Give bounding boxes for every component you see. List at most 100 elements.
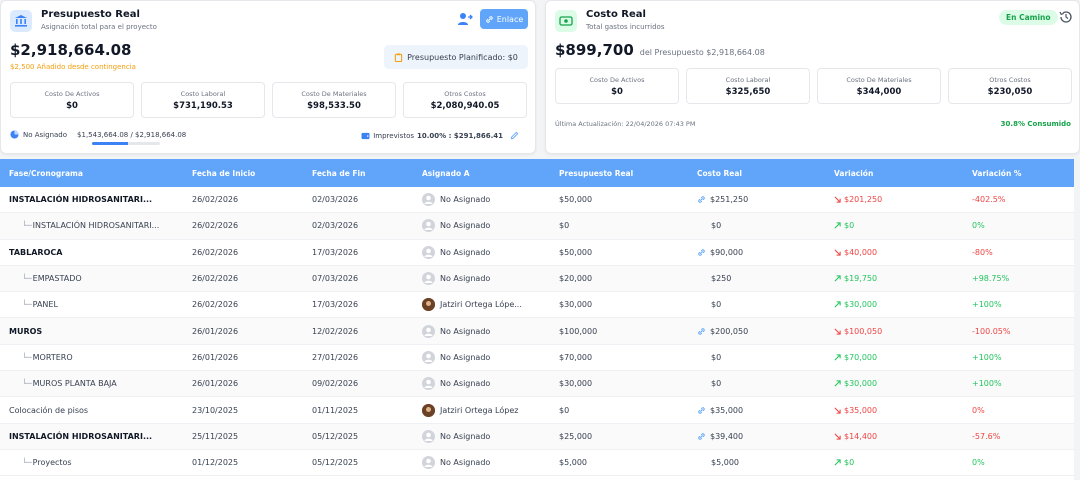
header-cost[interactable]: Costo Real — [697, 169, 834, 178]
arrow-up-right-icon — [834, 459, 841, 466]
history-icon[interactable] — [1058, 9, 1074, 25]
table-row[interactable]: INSTALACIÓN HIDROSANITARI... 26/02/2026 02… — [0, 187, 1074, 214]
phase-name-text: PANEL — [32, 300, 58, 310]
variance-value-text: $14,400 — [844, 431, 878, 441]
contingency-prefix: Imprevistos — [373, 131, 415, 140]
table-row[interactable]: └─Proyectos 01/12/2025 05/12/2025 No Asigna… — [0, 450, 1074, 477]
cost-value-text: $0 — [711, 221, 722, 231]
user-placeholder-icon — [422, 377, 435, 391]
phase-name-text: Proyectos — [32, 458, 72, 468]
stat-label: Costo Laboral — [180, 89, 226, 98]
assignee[interactable]: No Asignado — [422, 245, 559, 259]
variance-percent: 0% — [972, 221, 985, 231]
user-placeholder-icon — [422, 245, 435, 259]
assignee[interactable]: Jatziri Ortega López — [422, 403, 559, 417]
assignee[interactable]: No Asignado — [422, 350, 559, 364]
budget-value: $30,000 — [559, 379, 593, 389]
header-phase[interactable]: Fase/Cronograma — [0, 169, 192, 178]
cost-value-text: $0 — [711, 300, 722, 310]
table-row[interactable]: └─PANEL 26/02/2026 17/03/2026 Jatziri Orteg… — [0, 292, 1074, 319]
phase-name: └─MORTERO — [0, 353, 192, 362]
arrow-up-right-icon — [834, 301, 841, 308]
header-assignee[interactable]: Asignado A — [422, 169, 559, 178]
stat-label: Costo De Activos — [44, 89, 100, 98]
consumed-percent: 30.8% Consumido — [1000, 120, 1071, 128]
table-row[interactable]: └─MUROS PLANTA BAJA 26/01/2026 09/02/2026 N… — [0, 371, 1074, 398]
link-button[interactable]: Enlace — [480, 9, 528, 29]
assignee[interactable]: No Asignado — [422, 193, 559, 207]
unassigned-summary: No Asignado $1,543,664.08 / $2,918,664.0… — [10, 130, 186, 139]
link-icon[interactable] — [697, 248, 706, 257]
child-indent-marker: └─ — [22, 300, 32, 310]
edit-icon[interactable] — [510, 131, 519, 140]
phase-name: INSTALACIÓN HIDROSANITARI... — [0, 432, 192, 441]
cost-value: $200,050 — [697, 327, 834, 336]
start-date: 26/02/2026 — [192, 247, 239, 257]
status-badge: En Camino — [999, 10, 1058, 25]
table-header: Fase/Cronograma Fecha de Inicio Fecha de… — [0, 159, 1074, 187]
assignee[interactable]: No Asignado — [422, 324, 559, 338]
link-icon[interactable] — [697, 406, 706, 415]
phase-name-text: EMPASTADO — [32, 274, 82, 284]
cost-amount-note: del Presupuesto $2,918,664.08 — [639, 48, 765, 57]
cost-amount-line: $899,700 del Presupuesto $2,918,664.08 — [555, 41, 765, 59]
cost-stats: Costo De Activos $0 Costo Laboral $325,6… — [555, 68, 1072, 104]
assignee[interactable]: No Asignado — [422, 377, 559, 391]
phase-name-text: INSTALACIÓN HIDROSANITARI... — [32, 221, 160, 231]
budget-stats: Costo De Activos $0 Costo Laboral $731,1… — [10, 82, 527, 118]
planned-budget-button[interactable]: Presupuesto Planificado: $0 — [384, 45, 528, 69]
phase-name-text: MORTERO — [32, 352, 73, 362]
arrow-down-right-icon — [834, 328, 841, 335]
wallet-icon — [361, 132, 370, 139]
phase-name-text: INSTALACIÓN HIDROSANITARI... — [9, 195, 153, 205]
header-variance[interactable]: Variación — [834, 169, 972, 178]
table-row[interactable]: Colocación de pisos 23/10/2025 01/11/2025 J… — [0, 397, 1074, 424]
assignee[interactable]: No Asignado — [422, 272, 559, 286]
user-placeholder-icon — [422, 193, 435, 207]
variance-percent: 0% — [972, 405, 985, 415]
variance-percent: 0% — [972, 458, 985, 468]
phase-name-text: MUROS PLANTA BAJA — [32, 379, 117, 389]
share-user-icon[interactable] — [457, 11, 473, 27]
table-row[interactable]: INSTALACIÓN HIDROSANITARI... 25/11/2025 05… — [0, 423, 1074, 450]
stat-label: Costo De Materiales — [301, 89, 367, 98]
table-row[interactable]: TABLAROCA 26/02/2026 17/03/2026 No Asignado… — [0, 240, 1074, 266]
stat-value: $2,080,940.05 — [430, 100, 500, 111]
arrow-down-right-icon — [834, 407, 841, 414]
variance-value: $70,000 — [834, 353, 972, 362]
stat-labor-cost: Costo Laboral $325,650 — [686, 68, 810, 104]
table-body: INSTALACIÓN HIDROSANITARI... 26/02/2026 02… — [0, 187, 1074, 477]
stat-label: Costo De Activos — [589, 75, 645, 84]
assignee[interactable]: Jatziri Ortega Lópe... — [422, 298, 559, 312]
variance-percent: +100% — [972, 352, 1002, 362]
table-row[interactable]: └─EMPASTADO 26/02/2026 07/03/2026 No Asigna… — [0, 265, 1074, 293]
assignee[interactable]: No Asignado — [422, 429, 559, 443]
phase-name: └─PANEL — [0, 300, 192, 309]
table-row[interactable]: └─MORTERO 26/01/2026 27/01/2026 No Asignado… — [0, 345, 1074, 372]
budget-value: $0 — [559, 221, 570, 231]
table-row[interactable]: └─INSTALACIÓN HIDROSANITARI... 26/02/2026… — [0, 213, 1074, 240]
assignee-name: No Asignado — [440, 352, 491, 362]
link-icon[interactable] — [697, 195, 706, 204]
table-row[interactable]: MUROS 26/01/2026 12/02/2026 No Asignado $100… — [0, 318, 1074, 345]
stat-label: Otros Costos — [989, 75, 1031, 84]
header-start-date[interactable]: Fecha de Inicio — [192, 169, 312, 178]
header-budget[interactable]: Presupuesto Real — [559, 169, 697, 178]
assignee[interactable]: No Asignado — [422, 219, 559, 233]
link-icon[interactable] — [697, 327, 706, 336]
assignee-name: No Asignado — [440, 247, 491, 257]
stat-label: Otros Costos — [444, 89, 486, 98]
header-end-date[interactable]: Fecha de Fin — [312, 169, 422, 178]
last-updated: Última Actualización: 22/04/2026 07:43 P… — [555, 120, 696, 128]
user-photo-avatar — [422, 298, 435, 312]
stat-other-cost: Otros Costos $230,050 — [948, 68, 1072, 104]
header-variance-percent[interactable]: Variación % — [972, 169, 1072, 178]
stat-value: $230,050 — [987, 86, 1033, 97]
link-icon[interactable] — [697, 432, 706, 441]
stat-label: Costo Laboral — [725, 75, 771, 84]
budget-value: $20,000 — [559, 274, 593, 284]
variance-value: $19,750 — [834, 274, 972, 283]
phase-name: Colocación de pisos — [0, 406, 192, 415]
assignee[interactable]: No Asignado — [422, 456, 559, 470]
cost-value: $5,000 — [697, 458, 834, 467]
